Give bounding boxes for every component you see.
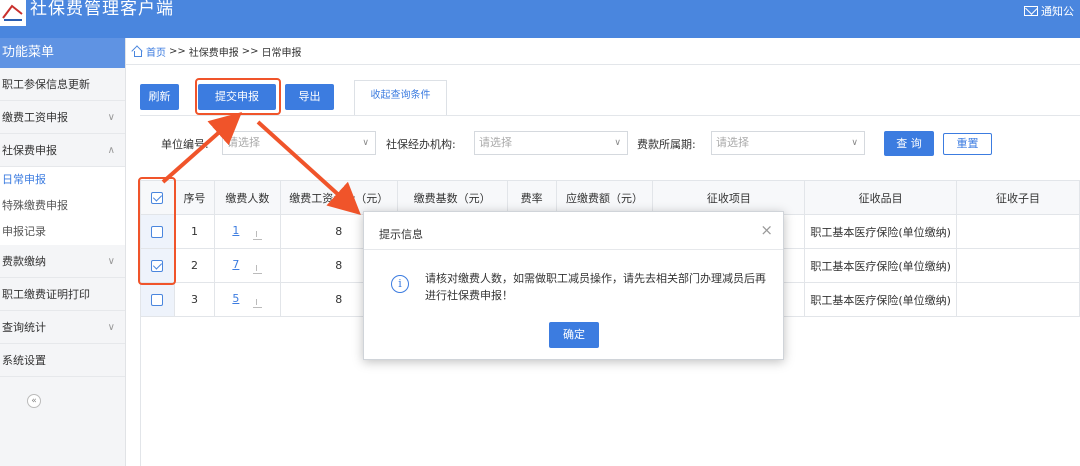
confirm-button[interactable]: 确定 xyxy=(549,322,599,348)
info-icon: i xyxy=(391,275,409,293)
info-dialog: 提示信息 × i 请核对缴费人数，如需做职工减员操作，请先去相关部门办理减员后再… xyxy=(363,211,784,360)
divider xyxy=(364,249,783,250)
dialog-message: 请核对缴费人数，如需做职工减员操作，请先去相关部门办理减员后再进行社保费申报！ xyxy=(425,272,766,302)
close-icon[interactable]: × xyxy=(760,221,773,239)
dialog-title: 提示信息 xyxy=(379,228,423,241)
